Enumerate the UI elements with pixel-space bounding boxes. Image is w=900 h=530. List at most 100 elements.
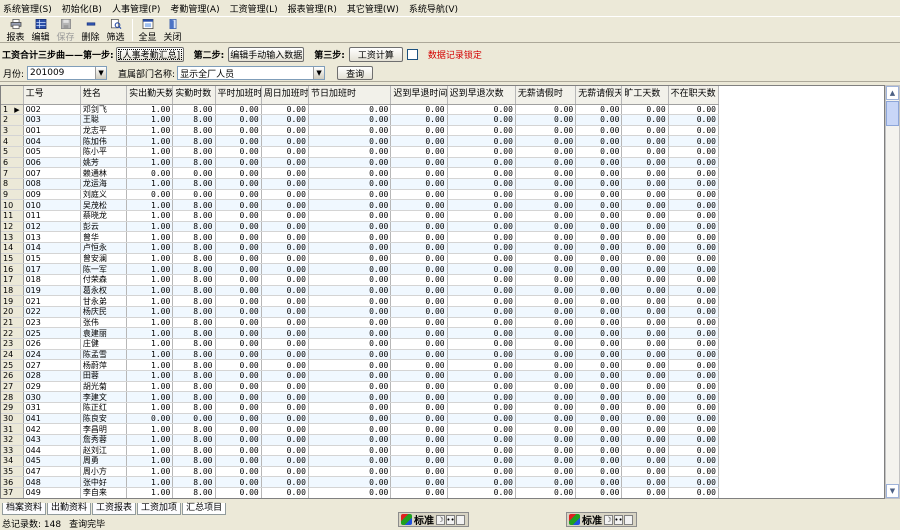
cell[interactable]: 0.00: [668, 104, 720, 116]
cell[interactable]: 0.00: [390, 274, 448, 286]
cell[interactable]: 0.00: [668, 391, 720, 403]
cell[interactable]: 0.00: [215, 263, 262, 275]
cell[interactable]: 1.00: [126, 242, 174, 254]
cell[interactable]: 0.00: [447, 476, 516, 489]
cell[interactable]: 0.00: [447, 274, 516, 286]
cell[interactable]: 0.00: [575, 338, 623, 350]
cell[interactable]: 0.00: [447, 146, 516, 158]
table-row[interactable]: 2 003 王聪 1.00 8.00 0.00 0.00 0.00 0.00 0.00 0.00 0.…: [1, 114, 720, 126]
cell[interactable]: 0.00: [308, 104, 392, 116]
cell[interactable]: 0.00: [515, 370, 577, 382]
cell[interactable]: 0.00: [575, 295, 623, 307]
cell[interactable]: 025: [23, 327, 81, 339]
cell[interactable]: 0.00: [261, 338, 309, 350]
ime-moon-icon[interactable]: ☽: [604, 514, 613, 525]
cell[interactable]: 8.00: [172, 391, 216, 403]
cell[interactable]: 0.00: [575, 317, 623, 329]
cell[interactable]: 0.00: [308, 391, 392, 403]
cell[interactable]: 0.00: [621, 306, 669, 318]
cell[interactable]: 009: [23, 189, 81, 201]
cell[interactable]: 0.00: [308, 157, 392, 169]
cell[interactable]: 0.00: [308, 402, 392, 414]
cell[interactable]: 0.00: [390, 285, 448, 297]
cell[interactable]: 0.00: [515, 466, 577, 478]
cell[interactable]: 0.00: [261, 423, 309, 435]
cell[interactable]: 1.00: [126, 317, 174, 329]
cell[interactable]: 0.00: [447, 285, 516, 297]
cell[interactable]: 0.00: [668, 413, 720, 425]
cell[interactable]: 0.00: [515, 263, 577, 275]
cell[interactable]: 0.00: [390, 157, 448, 169]
cell[interactable]: 0.00: [575, 327, 623, 339]
cell[interactable]: 0.00: [668, 327, 720, 339]
cell[interactable]: 8.00: [172, 157, 216, 169]
cell[interactable]: 0.00: [668, 423, 720, 435]
ime-toolbar[interactable]: 标准 ☽ ••: [398, 512, 469, 527]
cell[interactable]: 0.00: [308, 125, 392, 137]
cell[interactable]: 0.00: [515, 135, 577, 148]
cell[interactable]: 0.00: [515, 295, 577, 307]
cell[interactable]: 8.00: [172, 231, 216, 244]
cell[interactable]: 0.00: [668, 487, 720, 498]
cell[interactable]: 044: [23, 445, 81, 457]
cell[interactable]: 0.00: [515, 146, 577, 158]
cell[interactable]: 024: [23, 349, 81, 361]
cell[interactable]: 0.00: [390, 338, 448, 350]
cell[interactable]: 0.00: [668, 157, 720, 169]
cell[interactable]: 1.00: [126, 199, 174, 212]
cell[interactable]: 0.00: [447, 402, 516, 414]
cell[interactable]: 0.00: [172, 413, 216, 425]
column-header[interactable]: 工号: [23, 86, 81, 105]
cell[interactable]: 0.00: [215, 455, 262, 467]
table-row[interactable]: 28 030 李建文 1.00 8.00 0.00 0.00 0.00 0.00 0.00 0.00…: [1, 391, 720, 403]
cell[interactable]: 1.00: [126, 338, 174, 350]
cell[interactable]: 8.00: [172, 338, 216, 350]
cell[interactable]: 1.00: [126, 327, 174, 339]
cell[interactable]: 0.00: [215, 157, 262, 169]
table-row[interactable]: 37 049 李自来 1.00 8.00 0.00 0.00 0.00 0.00 0.00 0.00…: [1, 487, 720, 498]
cell[interactable]: 0.00: [575, 157, 623, 169]
cell[interactable]: 8.00: [172, 434, 216, 446]
cell[interactable]: 8.00: [172, 317, 216, 329]
cell[interactable]: 1.00: [126, 231, 174, 244]
cell[interactable]: 0.00: [668, 146, 720, 158]
cell[interactable]: 袁建丽: [80, 327, 128, 339]
cell[interactable]: 0.00: [668, 306, 720, 318]
cell[interactable]: 0.00: [668, 167, 720, 180]
tab-3[interactable]: 工资加项: [137, 503, 182, 515]
cell[interactable]: 田蓉: [80, 370, 128, 382]
cell[interactable]: 0.00: [575, 167, 623, 180]
cell[interactable]: 8.00: [172, 135, 216, 148]
cell[interactable]: 0.00: [261, 263, 309, 275]
cell[interactable]: 卢恒永: [80, 242, 128, 254]
salary-calc-button[interactable]: 工资计算: [348, 46, 403, 62]
cell[interactable]: 0.00: [390, 114, 448, 126]
cell[interactable]: 0.00: [668, 135, 720, 148]
cell[interactable]: 001: [23, 125, 81, 137]
cell[interactable]: 0.00: [621, 167, 669, 180]
manual-input-button[interactable]: 编辑手动输入数据: [228, 46, 305, 62]
cell[interactable]: 0.00: [308, 434, 392, 446]
cell[interactable]: 0.00: [621, 445, 669, 457]
cell[interactable]: 0.00: [215, 114, 262, 126]
cell[interactable]: 8.00: [172, 445, 216, 457]
cell[interactable]: 0.00: [261, 104, 309, 116]
cell[interactable]: 0.00: [515, 306, 577, 318]
cell[interactable]: 0.00: [308, 349, 392, 361]
cell[interactable]: 0.00: [308, 370, 392, 382]
cell[interactable]: 0.00: [261, 199, 309, 212]
cell[interactable]: 赖通林: [80, 167, 128, 180]
column-header[interactable]: 无薪请假天: [575, 86, 623, 105]
cell[interactable]: 0.00: [515, 178, 577, 190]
table-row[interactable]: 27 029 胡光菊 1.00 8.00 0.00 0.00 0.00 0.00 0.00 0.00…: [1, 381, 720, 393]
edit-button[interactable]: 编辑: [29, 17, 52, 43]
cell[interactable]: 0.00: [668, 178, 720, 190]
cell[interactable]: 8.00: [172, 253, 216, 265]
cell[interactable]: 0.00: [261, 370, 309, 382]
menu-item-4[interactable]: 工资管理(L): [230, 2, 278, 15]
cell[interactable]: 8.00: [172, 285, 216, 297]
cell[interactable]: 1.00: [126, 135, 174, 148]
table-row[interactable]: 6 006 姚芳 1.00 8.00 0.00 0.00 0.00 0.00 0.00 0.00 0.…: [1, 157, 720, 169]
cell[interactable]: 0.00: [515, 487, 577, 498]
cell[interactable]: 0.00: [390, 167, 448, 180]
